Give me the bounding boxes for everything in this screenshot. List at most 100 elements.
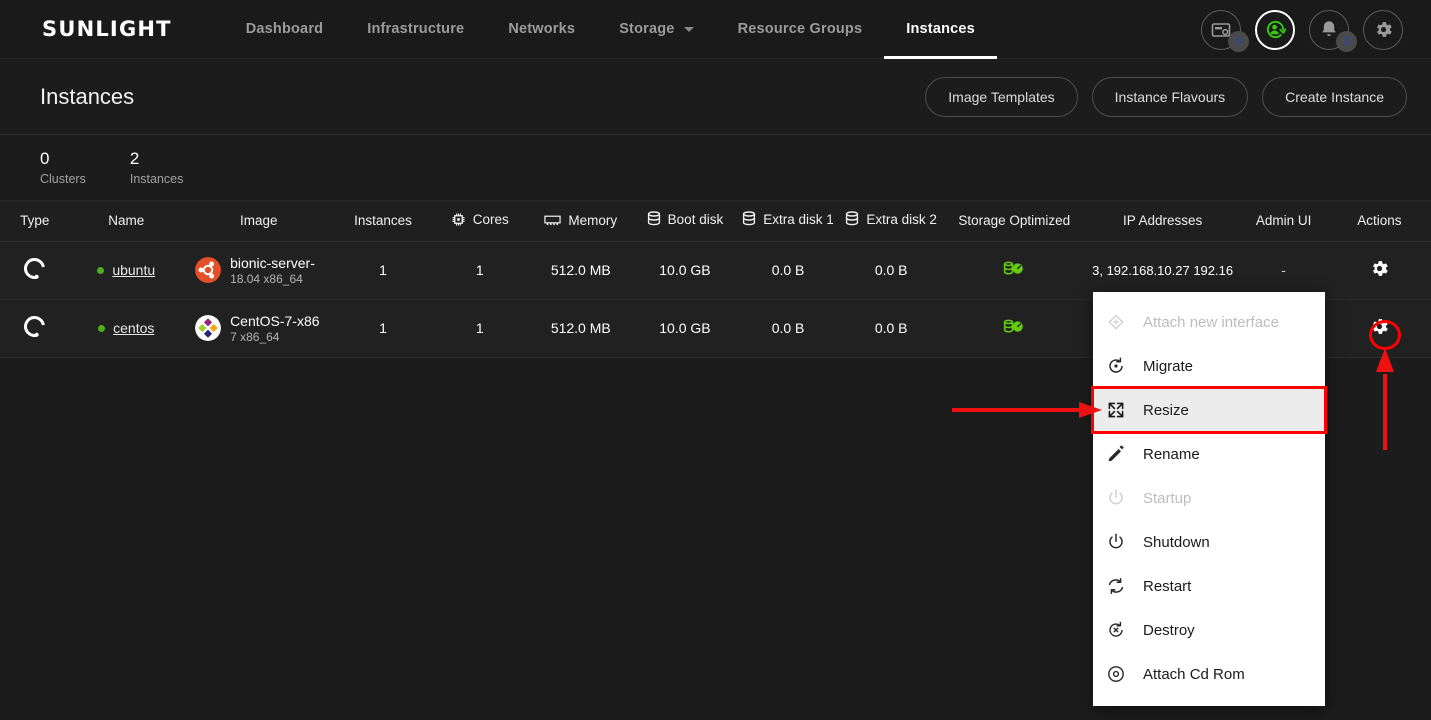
- cdrom-icon: [1105, 663, 1127, 685]
- nav-label: Instances: [906, 21, 975, 37]
- stat-instances: 2 Instances: [130, 149, 184, 186]
- cell-extra-disk-2: 0.0 B: [839, 299, 943, 358]
- col-ip-addresses[interactable]: IP Addresses: [1085, 201, 1240, 242]
- chevron-down-icon: [683, 26, 694, 32]
- nav-label: Networks: [508, 21, 576, 37]
- col-label: Image: [240, 213, 278, 229]
- license-icon-button[interactable]: 0: [1201, 9, 1249, 52]
- menu-item-rename[interactable]: Rename: [1093, 432, 1325, 476]
- nav-right-icons: 0 3: [1201, 0, 1403, 59]
- nav-item-instances[interactable]: Instances: [884, 0, 997, 59]
- col-label: Type: [20, 213, 50, 229]
- resize-icon: [1105, 399, 1127, 421]
- col-storage-optimized[interactable]: Storage Optimized: [942, 201, 1086, 242]
- cell-boot-disk: 10.0 GB: [633, 241, 737, 300]
- destroy-icon: [1105, 619, 1127, 641]
- col-actions[interactable]: Actions: [1327, 201, 1431, 242]
- col-label: Extra disk 2: [866, 211, 937, 227]
- cell-memory: 512.0 MB: [528, 241, 634, 300]
- instance-name-link[interactable]: centos: [113, 320, 154, 336]
- nav-item-resource-groups[interactable]: Resource Groups: [716, 0, 885, 59]
- page-header-actions: Image Templates Instance Flavours Create…: [925, 76, 1407, 117]
- attach-interface-icon: [1105, 311, 1127, 333]
- menu-item-attach-new-interface: Attach new interface: [1093, 300, 1325, 344]
- image-name: CentOS-7-x86: [230, 312, 320, 329]
- menu-item-label: Attach new interface: [1143, 313, 1279, 331]
- instance-name-link[interactable]: ubuntu: [112, 262, 155, 278]
- annotation-arrow-up: [1376, 348, 1394, 450]
- col-admin-ui[interactable]: Admin UI: [1239, 201, 1328, 242]
- cell-image: CentOS-7-x86 7 x86_64: [183, 299, 335, 358]
- col-label: Extra disk 1: [763, 211, 834, 227]
- image-templates-button[interactable]: Image Templates: [925, 76, 1078, 117]
- cell-cores: 1: [431, 299, 529, 358]
- top-navigation-bar: SUNLIGHT Dashboard Infrastructure Networ…: [0, 0, 1431, 59]
- user-sync-icon-button[interactable]: [1255, 9, 1295, 50]
- col-label: Actions: [1357, 213, 1402, 229]
- col-instances[interactable]: Instances: [334, 201, 432, 242]
- notifications-bell-button[interactable]: 3: [1309, 9, 1357, 52]
- spinner-icon: [20, 311, 50, 342]
- image-version: 7 x86_64: [230, 329, 280, 344]
- storage-optimized-icon: [1004, 261, 1024, 275]
- menu-item-label: Migrate: [1143, 357, 1194, 375]
- settings-gear-button[interactable]: [1363, 9, 1403, 50]
- table-row[interactable]: ubuntu bionic-server- 18.04 x86_64 1 1 5…: [0, 241, 1431, 300]
- menu-item-migrate[interactable]: Migrate: [1093, 344, 1325, 388]
- cell-type: [0, 299, 70, 358]
- row-actions-gear-button[interactable]: [1369, 258, 1390, 279]
- create-instance-button[interactable]: Create Instance: [1262, 76, 1407, 117]
- menu-item-shutdown[interactable]: Shutdown: [1093, 520, 1325, 564]
- cell-instances: 1: [334, 299, 432, 358]
- stat-value: 0: [40, 149, 50, 168]
- cell-name: centos: [69, 299, 184, 358]
- cell-extra-disk-2: 0.0 B: [839, 241, 943, 300]
- restart-icon: [1105, 575, 1127, 597]
- row-actions-gear-button[interactable]: [1369, 316, 1390, 337]
- nav-label: Infrastructure: [367, 21, 465, 37]
- instances-page: SUNLIGHT Dashboard Infrastructure Networ…: [0, 0, 1431, 720]
- sunlight-logo: SUNLIGHT: [42, 17, 172, 41]
- menu-item-resize[interactable]: Resize: [1091, 386, 1327, 434]
- summary-stats: 0 Clusters 2 Instances: [0, 135, 1431, 201]
- menu-item-label: Startup: [1143, 489, 1192, 507]
- stat-label: Instances: [129, 172, 184, 186]
- nav-item-networks[interactable]: Networks: [486, 0, 597, 59]
- table-header-row: Type Name Image Instances Cores Memory B…: [0, 201, 1431, 242]
- cell-extra-disk-1: 0.0 B: [736, 299, 840, 358]
- image-version: 18.04 x86_64: [230, 271, 303, 286]
- cell-actions: [1327, 241, 1431, 300]
- ip-addresses-text: 3, 192.168.10.27 192.16: [1092, 262, 1234, 278]
- menu-item-destroy[interactable]: Destroy: [1093, 608, 1325, 652]
- cell-cores: 1: [431, 241, 529, 300]
- nav-item-dashboard[interactable]: Dashboard: [224, 0, 346, 59]
- stat-value: 2: [129, 149, 140, 168]
- nav-label: Storage: [619, 21, 675, 37]
- col-extra-disk-2[interactable]: Extra disk 2: [839, 201, 943, 242]
- col-extra-disk-1[interactable]: Extra disk 1: [736, 201, 840, 242]
- cell-name: ubuntu: [69, 241, 184, 300]
- menu-item-label: Shutdown: [1143, 533, 1210, 551]
- col-name[interactable]: Name: [69, 201, 184, 242]
- nav-item-storage[interactable]: Storage: [597, 0, 715, 59]
- col-label: Boot disk: [667, 211, 724, 227]
- ubuntu-logo: [195, 257, 222, 283]
- main-nav-links: Dashboard Infrastructure Networks Storag…: [224, 0, 997, 59]
- gear-icon: [1372, 261, 1388, 276]
- col-cores[interactable]: Cores: [431, 201, 529, 242]
- col-image[interactable]: Image: [183, 201, 335, 242]
- col-type[interactable]: Type: [0, 201, 70, 242]
- menu-item-attach-cd-rom[interactable]: Attach Cd Rom: [1093, 652, 1325, 696]
- nav-item-infrastructure[interactable]: Infrastructure: [345, 0, 486, 59]
- status-indicator-dot: [98, 324, 106, 332]
- cell-instances: 1: [334, 241, 432, 300]
- admin-ui-value: -: [1281, 262, 1286, 278]
- menu-item-restart[interactable]: Restart: [1093, 564, 1325, 608]
- menu-item-label: Attach Cd Rom: [1143, 665, 1245, 683]
- col-boot-disk[interactable]: Boot disk: [633, 201, 737, 242]
- instance-flavours-button[interactable]: Instance Flavours: [1091, 76, 1249, 117]
- col-label: Name: [108, 213, 145, 229]
- cell-memory: 512.0 MB: [528, 299, 634, 358]
- col-memory[interactable]: Memory: [528, 201, 634, 242]
- power-icon: [1105, 531, 1127, 553]
